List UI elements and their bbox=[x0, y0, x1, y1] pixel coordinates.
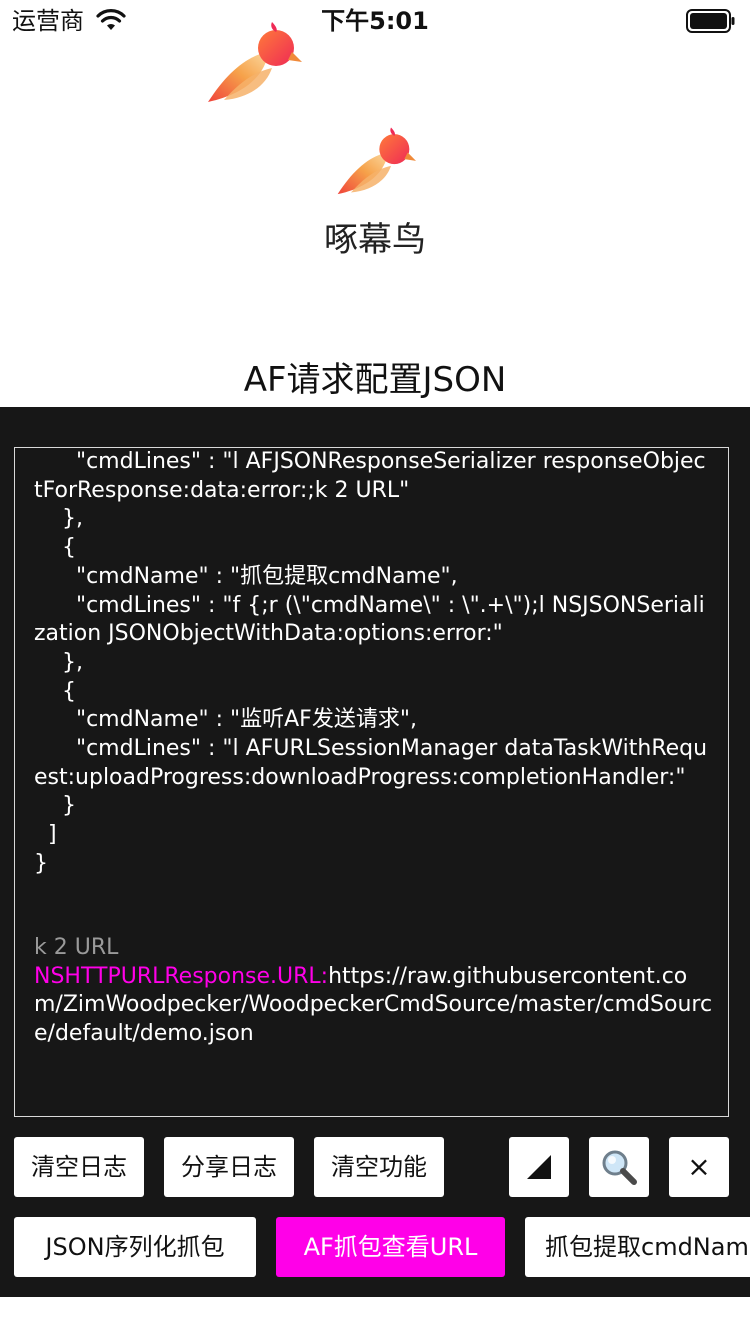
close-icon: × bbox=[687, 1150, 711, 1183]
status-time: 下午5:01 bbox=[321, 7, 429, 35]
plugin-title: AF请求配置JSON bbox=[243, 360, 507, 400]
share-log-button[interactable]: 分享日志 bbox=[164, 1137, 294, 1197]
magnifier-icon bbox=[602, 1150, 637, 1185]
floating-bird-button[interactable] bbox=[206, 16, 302, 106]
bottom-safe-area bbox=[0, 1297, 750, 1334]
app-logo-icon bbox=[337, 127, 416, 195]
clear-log-button[interactable]: 清空日志 bbox=[14, 1137, 144, 1197]
app-name: 啄幕鸟 bbox=[324, 220, 426, 260]
function-af-view-url-button[interactable]: AF抓包查看URL bbox=[276, 1217, 505, 1277]
log-cmd-line: k 2 URL bbox=[34, 935, 119, 960]
status-bar: 运营商 下午5:01 bbox=[0, 0, 750, 40]
function-extract-cmdname-button[interactable]: 抓包提取cmdName bbox=[525, 1217, 750, 1277]
resize-button[interactable] bbox=[509, 1137, 569, 1197]
console-panel: "cmdLines" : "l AFJSONResponseSerializer… bbox=[0, 407, 750, 1297]
clear-functions-button[interactable]: 清空功能 bbox=[314, 1137, 444, 1197]
function-json-capture-button[interactable]: JSON序列化抓包 bbox=[14, 1217, 256, 1277]
log-view[interactable]: "cmdLines" : "l AFJSONResponseSerializer… bbox=[14, 447, 729, 1117]
resize-corner-icon bbox=[527, 1155, 551, 1179]
log-url-label: NSHTTPURLResponse.URL: bbox=[34, 963, 329, 989]
close-button[interactable]: × bbox=[669, 1137, 729, 1197]
log-json-text: "cmdLines" : "l AFJSONResponseSerializer… bbox=[34, 449, 708, 876]
log-footer: k 2 URL NSHTTPURLResponse.URL:https://ra… bbox=[34, 934, 714, 1049]
battery-icon bbox=[686, 9, 735, 33]
search-button[interactable] bbox=[589, 1137, 649, 1197]
